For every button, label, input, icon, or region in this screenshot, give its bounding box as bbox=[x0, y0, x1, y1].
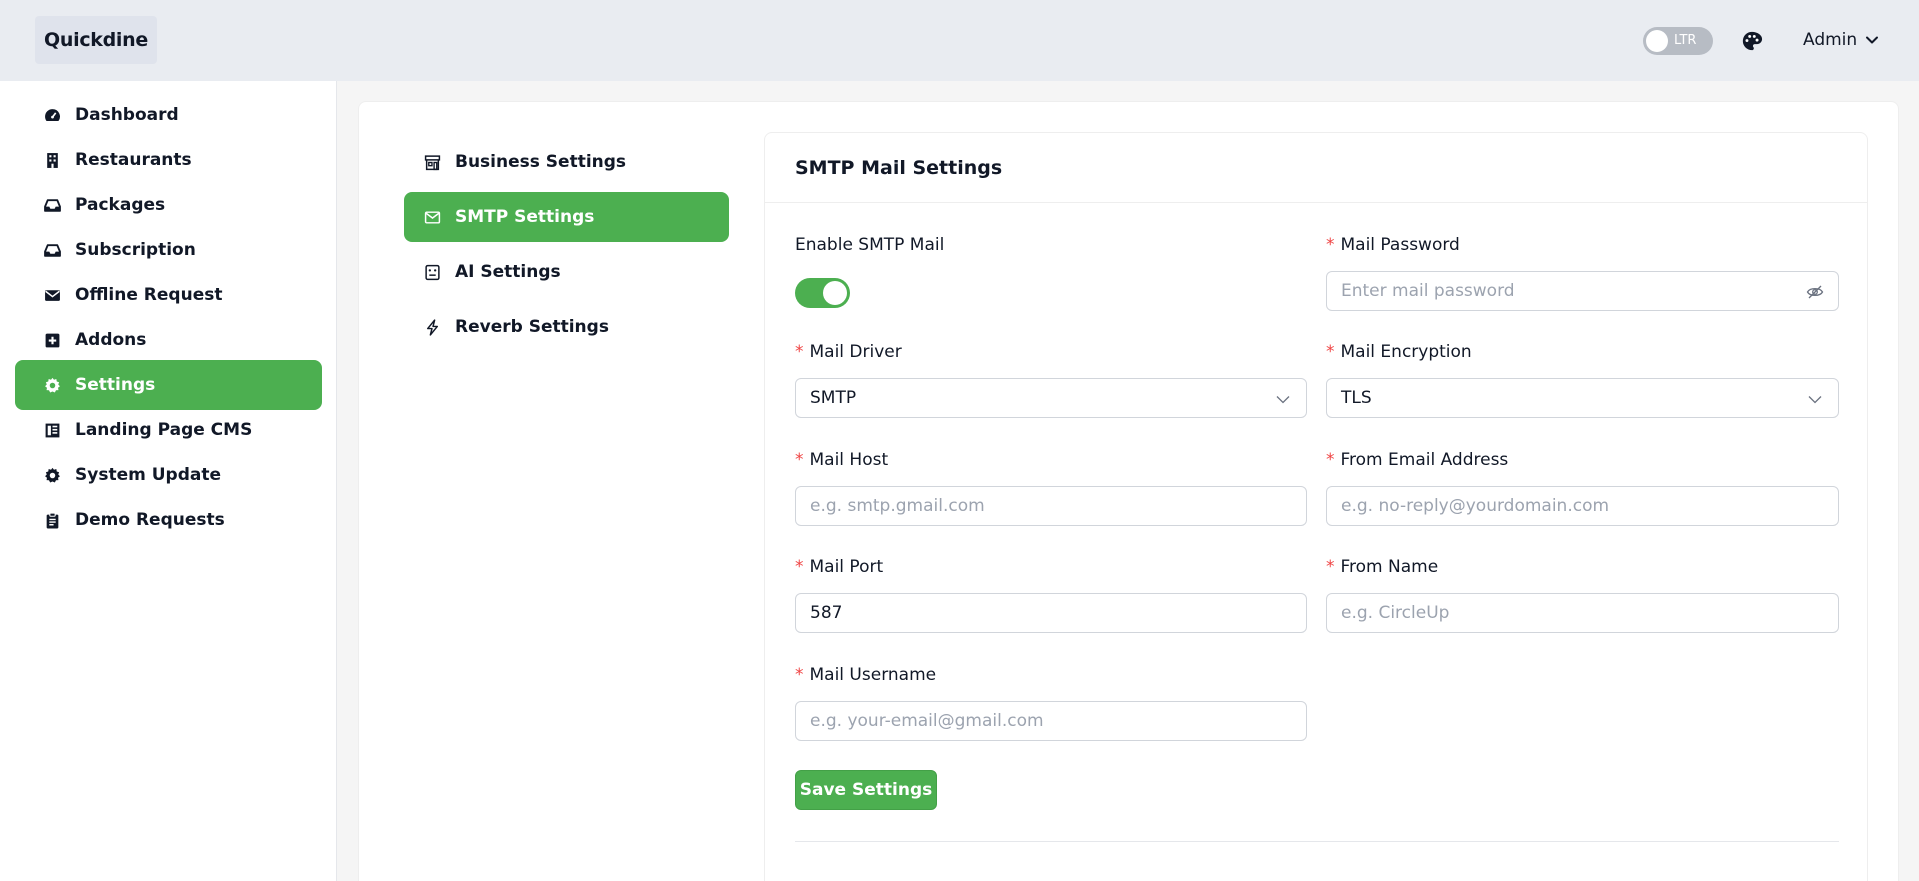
mail-encryption-label: * Mail Encryption bbox=[1326, 342, 1472, 362]
mail-host-label: * Mail Host bbox=[795, 450, 889, 470]
mail-host-input[interactable]: e.g. smtp.gmail.com bbox=[795, 486, 1307, 526]
card-header: SMTP Mail Settings bbox=[765, 133, 1867, 203]
from-email-input[interactable]: e.g. no-reply@yourdomain.com bbox=[1326, 486, 1839, 526]
store-icon bbox=[424, 154, 441, 170]
sidebar-item-packages[interactable]: Packages bbox=[15, 180, 322, 230]
settings-tab-label: Reverb Settings bbox=[455, 317, 609, 337]
user-label: Admin bbox=[1803, 30, 1858, 50]
mail-password-input[interactable]: Enter mail password bbox=[1326, 271, 1839, 311]
mail-host-placeholder: e.g. smtp.gmail.com bbox=[810, 496, 985, 516]
settings-tab-label: Business Settings bbox=[455, 152, 627, 172]
sidebar-item-subscription[interactable]: Subscription bbox=[15, 225, 322, 275]
gear-icon bbox=[45, 377, 60, 393]
settings-tab-label: SMTP Settings bbox=[455, 207, 595, 227]
sidebar: Dashboard Restaurants Packages Subscript… bbox=[0, 81, 337, 881]
mail-password-label: * Mail Password bbox=[1326, 235, 1460, 255]
sidebar-item-demo-requests[interactable]: Demo Requests bbox=[15, 495, 322, 545]
direction-toggle-knob bbox=[1646, 30, 1668, 52]
mail-username-input[interactable]: e.g. your-email@gmail.com bbox=[795, 701, 1307, 741]
mail-encryption-value: TLS bbox=[1341, 388, 1372, 408]
smtp-settings-card: SMTP Mail Settings Enable SMTP Mail * Mai… bbox=[764, 132, 1868, 881]
sidebar-item-label: Demo Requests bbox=[75, 510, 225, 530]
envelope-icon bbox=[45, 289, 60, 301]
building-icon bbox=[47, 152, 58, 168]
logo[interactable]: Quickdine bbox=[35, 16, 157, 64]
clipboard-icon bbox=[46, 512, 59, 528]
mail-driver-label: * Mail Driver bbox=[795, 342, 902, 362]
sidebar-item-system-update[interactable]: System Update bbox=[15, 450, 322, 500]
bolt-icon bbox=[426, 318, 439, 336]
sidebar-item-label: Packages bbox=[75, 195, 166, 215]
from-name-label: * From Name bbox=[1326, 557, 1439, 577]
mail-password-placeholder: Enter mail password bbox=[1341, 281, 1515, 301]
layout-icon bbox=[45, 423, 60, 437]
direction-label: LTR bbox=[1674, 33, 1697, 48]
palette-icon[interactable] bbox=[1741, 30, 1763, 52]
sidebar-item-dashboard[interactable]: Dashboard bbox=[15, 90, 322, 140]
from-name-input[interactable]: e.g. CircleUp bbox=[1326, 593, 1839, 633]
from-email-placeholder: e.g. no-reply@yourdomain.com bbox=[1341, 496, 1610, 516]
user-menu[interactable]: Admin bbox=[1803, 30, 1879, 50]
enable-smtp-label: Enable SMTP Mail bbox=[795, 235, 945, 255]
mail-port-input[interactable]: 587 bbox=[795, 593, 1307, 633]
settings-tab-smtp[interactable]: SMTP Settings bbox=[404, 192, 729, 242]
plus-square-icon bbox=[45, 333, 60, 347]
sidebar-item-label: Landing Page CMS bbox=[75, 420, 253, 440]
mail-driver-value: SMTP bbox=[810, 388, 857, 408]
divider bbox=[795, 841, 1839, 842]
save-settings-button[interactable]: Save Settings bbox=[795, 770, 937, 810]
sidebar-item-label: Subscription bbox=[75, 240, 196, 260]
sidebar-item-landing-page-cms[interactable]: Landing Page CMS bbox=[15, 405, 322, 455]
mail-icon bbox=[424, 210, 441, 224]
gauge-icon bbox=[45, 108, 60, 121]
switch-knob bbox=[823, 281, 847, 305]
mail-driver-select[interactable]: SMTP bbox=[795, 378, 1307, 418]
sidebar-item-label: Restaurants bbox=[75, 150, 192, 170]
sidebar-item-label: Addons bbox=[75, 330, 147, 350]
mail-username-placeholder: e.g. your-email@gmail.com bbox=[810, 711, 1044, 731]
mail-encryption-select[interactable]: TLS bbox=[1326, 378, 1839, 418]
gear-icon bbox=[45, 467, 60, 483]
chevron-down-icon bbox=[1808, 396, 1822, 404]
eye-off-icon[interactable] bbox=[1806, 283, 1824, 301]
sidebar-item-addons[interactable]: Addons bbox=[15, 315, 322, 365]
card-title: SMTP Mail Settings bbox=[795, 157, 1003, 179]
mail-port-label: * Mail Port bbox=[795, 557, 884, 577]
inbox-icon bbox=[44, 243, 61, 257]
direction-toggle[interactable]: LTR bbox=[1643, 27, 1713, 55]
mail-username-label: * Mail Username bbox=[795, 665, 937, 685]
inbox-icon bbox=[44, 198, 61, 212]
sidebar-item-label: Settings bbox=[75, 375, 156, 395]
settings-tab-label: AI Settings bbox=[455, 262, 561, 282]
sidebar-item-label: Dashboard bbox=[75, 105, 179, 125]
settings-tab-ai[interactable]: AI Settings bbox=[404, 247, 729, 297]
sidebar-item-settings[interactable]: Settings bbox=[15, 360, 322, 410]
top-bar: Quickdine LTR Admin bbox=[0, 0, 1919, 81]
robot-icon bbox=[425, 264, 440, 280]
chevron-down-icon bbox=[1866, 36, 1879, 44]
sidebar-item-restaurants[interactable]: Restaurants bbox=[15, 135, 322, 185]
chevron-down-icon bbox=[1276, 396, 1290, 404]
from-name-placeholder: e.g. CircleUp bbox=[1341, 603, 1450, 623]
settings-tab-business[interactable]: Business Settings bbox=[404, 137, 729, 187]
sidebar-item-label: Offline Request bbox=[75, 285, 223, 305]
sidebar-item-offline-request[interactable]: Offline Request bbox=[15, 270, 322, 320]
from-email-label: * From Email Address bbox=[1326, 450, 1509, 470]
enable-smtp-switch[interactable] bbox=[795, 278, 850, 308]
logo-text: Quickdine bbox=[44, 29, 148, 51]
settings-tab-reverb[interactable]: Reverb Settings bbox=[404, 302, 729, 352]
mail-port-value: 587 bbox=[810, 603, 843, 623]
sidebar-item-label: System Update bbox=[75, 465, 222, 485]
